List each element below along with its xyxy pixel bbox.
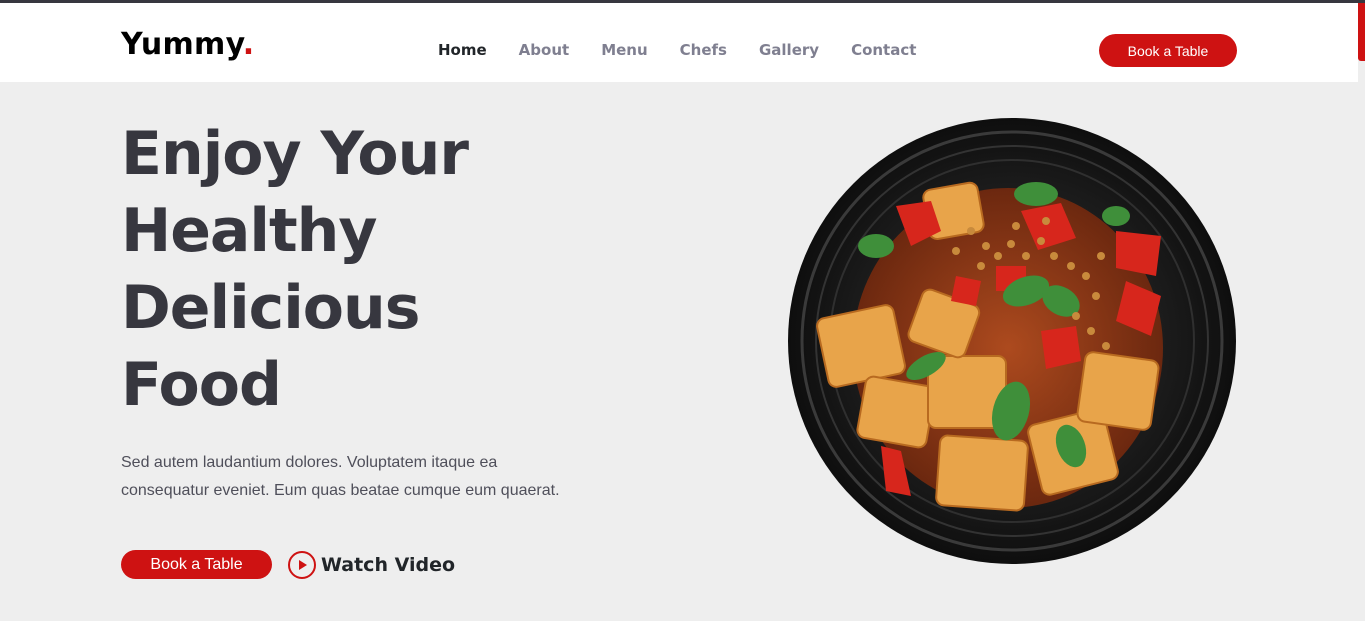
nav-gallery[interactable]: Gallery [759, 41, 819, 59]
watch-video-label: Watch Video [321, 553, 456, 576]
nav-chefs[interactable]: Chefs [680, 41, 727, 59]
nav-home[interactable]: Home [438, 41, 487, 59]
logo-dot: . [242, 27, 255, 62]
hero-title: Enjoy Your Healthy Delicious Food [121, 116, 621, 424]
nav-contact[interactable]: Contact [851, 41, 916, 59]
nav-about[interactable]: About [519, 41, 570, 59]
hero-title-line: Enjoy Your [121, 119, 469, 189]
logo-text: Yummy [121, 27, 243, 62]
hero-book-table-button[interactable]: Book a Table [121, 550, 272, 579]
hero-title-line: Healthy [121, 196, 377, 266]
food-plate-image [788, 118, 1236, 564]
hero-title-line: Food [121, 350, 282, 420]
hero-title-line: Delicious [121, 273, 420, 343]
logo[interactable]: Yummy. [121, 27, 254, 63]
site-header: Yummy. Home About Menu Chefs Gallery Con… [0, 3, 1358, 82]
main-nav: Home About Menu Chefs Gallery Contact [438, 41, 948, 59]
play-circle-icon [288, 550, 316, 579]
hero-description: Sed autem laudantium dolores. Voluptatem… [121, 454, 560, 499]
nav-menu[interactable]: Menu [601, 41, 647, 59]
watch-video-link[interactable]: Watch Video [288, 550, 455, 579]
header-book-table-button[interactable]: Book a Table [1099, 34, 1237, 67]
scrollbar[interactable] [1358, 3, 1365, 61]
